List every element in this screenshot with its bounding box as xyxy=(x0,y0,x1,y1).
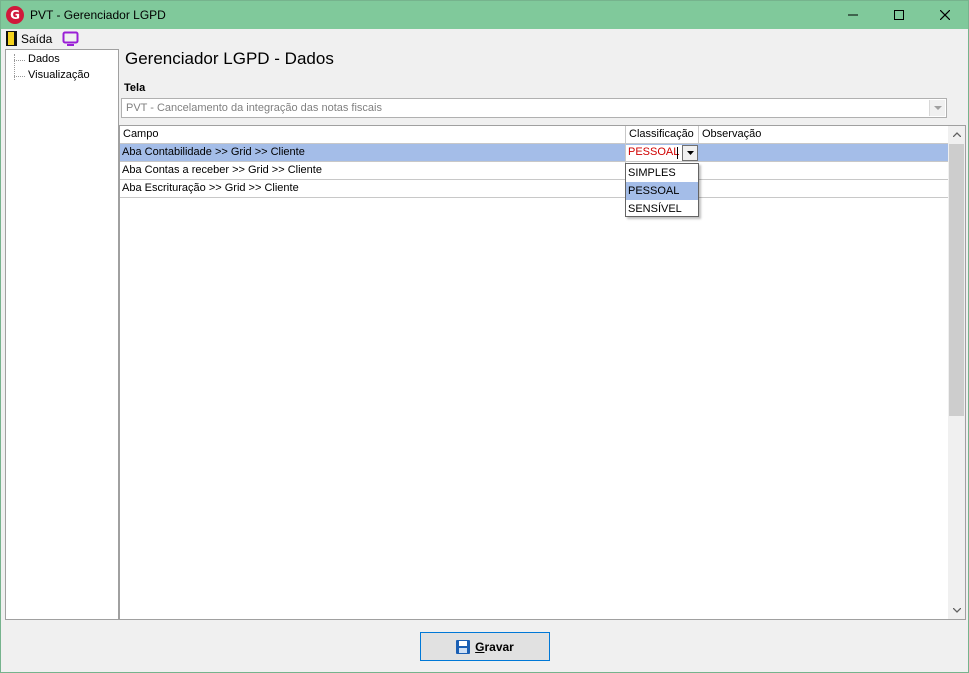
scroll-down-button[interactable] xyxy=(948,602,965,619)
tree-item-dados[interactable]: Dados xyxy=(14,53,60,65)
chevron-down-icon xyxy=(933,105,942,110)
maximize-icon xyxy=(894,10,904,20)
column-header-observacao[interactable]: Observação xyxy=(699,126,949,144)
dropdown-option-sensivel[interactable]: SENSÍVEL xyxy=(626,200,698,218)
tela-dropdown-button[interactable] xyxy=(929,100,945,116)
fields-grid[interactable]: Campo Classificação Observação Aba Conta… xyxy=(119,125,966,620)
chevron-down-icon xyxy=(952,608,961,613)
floppy-disk-icon xyxy=(456,639,471,654)
chevron-down-icon xyxy=(686,151,694,155)
vertical-scrollbar[interactable] xyxy=(948,126,965,619)
tela-select[interactable]: PVT - Cancelamento da integração das not… xyxy=(121,98,947,118)
save-button[interactable]: Gravar xyxy=(420,632,550,661)
column-header-campo[interactable]: Campo xyxy=(120,126,626,144)
scroll-up-button[interactable] xyxy=(948,126,965,143)
classificacao-combo-editor[interactable]: PESSOAL xyxy=(626,145,698,161)
title-bar[interactable]: G PVT - Gerenciador LGPD xyxy=(1,1,968,29)
tela-select-value: PVT - Cancelamento da integração das not… xyxy=(126,102,382,114)
table-row[interactable]: Aba Contabilidade >> Grid >> Cliente PES… xyxy=(120,144,948,162)
classificacao-combo-value: PESSOAL xyxy=(628,146,680,158)
table-row[interactable]: Aba Escrituração >> Grid >> Cliente xyxy=(120,180,948,198)
app-window: G PVT - Gerenciador LGPD Saída Dados Vis… xyxy=(0,0,969,673)
toolbar: Saída xyxy=(1,29,968,48)
cell-observacao[interactable] xyxy=(699,162,948,180)
dropdown-option-simples[interactable]: SIMPLES xyxy=(626,164,698,182)
maximize-button[interactable] xyxy=(876,1,922,29)
cell-observacao[interactable] xyxy=(699,144,948,162)
classificacao-dropdown-list: SIMPLES PESSOAL SENSÍVEL xyxy=(625,163,699,217)
page-title: Gerenciador LGPD - Dados xyxy=(125,49,334,68)
column-header-classificacao[interactable]: Classificação xyxy=(626,126,699,144)
monitor-icon[interactable] xyxy=(62,31,79,46)
footer-bar: Gravar xyxy=(1,620,968,672)
dropdown-option-pessoal[interactable]: PESSOAL xyxy=(626,182,698,200)
grid-header: Campo Classificação Observação xyxy=(120,126,949,144)
chevron-up-icon xyxy=(952,132,961,137)
cell-campo[interactable]: Aba Escrituração >> Grid >> Cliente xyxy=(120,180,626,198)
tela-label: Tela xyxy=(124,82,146,94)
close-button[interactable] xyxy=(922,1,968,29)
navigation-tree: Dados Visualização xyxy=(5,49,119,620)
text-caret xyxy=(677,147,678,159)
cell-observacao[interactable] xyxy=(699,180,948,198)
minimize-icon xyxy=(848,14,858,16)
classificacao-dropdown-button[interactable] xyxy=(682,145,698,161)
exit-button[interactable]: Saída xyxy=(21,32,52,46)
exit-door-icon[interactable] xyxy=(6,31,17,46)
tree-item-visualizacao[interactable]: Visualização xyxy=(14,69,90,81)
minimize-button[interactable] xyxy=(830,1,876,29)
scroll-thumb[interactable] xyxy=(949,144,964,416)
app-logo-icon: G xyxy=(6,6,24,24)
cell-campo[interactable]: Aba Contas a receber >> Grid >> Cliente xyxy=(120,162,626,180)
save-button-label: Gravar xyxy=(475,639,514,654)
table-row[interactable]: Aba Contas a receber >> Grid >> Cliente xyxy=(120,162,948,180)
close-icon xyxy=(940,10,950,20)
window-title: PVT - Gerenciador LGPD xyxy=(30,8,166,22)
cell-campo[interactable]: Aba Contabilidade >> Grid >> Cliente xyxy=(120,144,626,162)
